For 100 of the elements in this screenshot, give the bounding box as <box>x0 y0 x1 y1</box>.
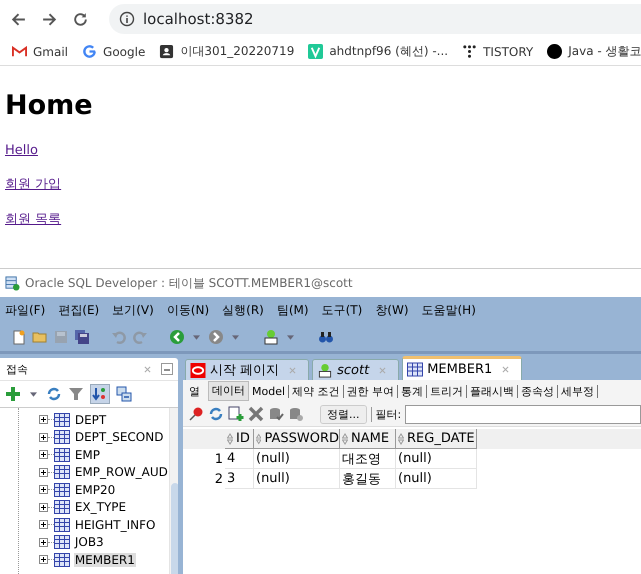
dropdown-caret-icon[interactable] <box>30 392 37 396</box>
expand-icon[interactable] <box>38 555 48 564</box>
tree-item[interactable]: EMP20 <box>74 482 116 497</box>
dropdown-caret-icon[interactable] <box>287 334 294 340</box>
subtab[interactable]: 트리거 <box>427 384 468 398</box>
oracle-logo-icon <box>190 362 206 378</box>
menu-item[interactable]: 파일(F) <box>5 302 46 318</box>
contact-card-icon[interactable] <box>159 44 174 59</box>
table-cell: 대조영 <box>340 449 396 469</box>
back-icon[interactable] <box>10 10 27 28</box>
bookmark-link[interactable]: 이대301_20220719 <box>180 43 294 60</box>
pin-icon[interactable] <box>188 406 204 422</box>
page-link[interactable]: 회원 가입 <box>5 175 62 193</box>
row-number: 1 <box>214 452 224 466</box>
subtab[interactable]: 통계 <box>398 384 428 398</box>
column-header[interactable]: NAME <box>340 429 396 449</box>
menu-item[interactable]: 보기(V) <box>112 302 154 318</box>
expand-icon[interactable] <box>38 432 48 442</box>
tree-item[interactable]: JOB3 <box>74 535 105 550</box>
sort-arrows-icon[interactable] <box>256 432 262 444</box>
rollback-icon[interactable] <box>288 406 304 422</box>
scrollbar[interactable] <box>168 408 178 574</box>
menu-item[interactable]: 편집(E) <box>58 302 100 318</box>
expand-icon[interactable] <box>38 415 48 424</box>
menu-item[interactable]: 실행(R) <box>222 302 264 318</box>
filter-label: 필터: <box>370 406 402 422</box>
refresh-icon[interactable] <box>46 386 62 402</box>
reload-icon[interactable] <box>72 10 89 28</box>
expand-icon[interactable] <box>38 538 48 547</box>
page-link[interactable]: Hello <box>5 143 38 158</box>
bookmark-link[interactable]: Gmail <box>33 44 68 58</box>
menu-item[interactable]: 이동(N) <box>166 302 210 318</box>
menu-item[interactable]: 창(W) <box>375 302 408 318</box>
bookmark-link[interactable]: Google <box>103 44 146 58</box>
subtab[interactable]: 제약 조건 <box>289 384 344 398</box>
column-header[interactable]: ID <box>225 429 254 449</box>
page-link[interactable]: 회원 목록 <box>5 210 62 228</box>
sort-arrows-icon[interactable] <box>227 432 233 444</box>
subtab[interactable]: 세부정 <box>558 384 598 398</box>
bookmark-link[interactable]: ahdtnpf96 (혜선) -... <box>329 43 448 60</box>
dropdown-caret-icon[interactable] <box>232 334 239 340</box>
page-heading: Home <box>5 90 93 121</box>
subtab[interactable]: Model <box>249 384 290 398</box>
subtab[interactable]: 데이터 <box>208 381 249 401</box>
g-logo-icon[interactable] <box>82 44 98 59</box>
sort-icon[interactable] <box>90 384 110 404</box>
subtab[interactable]: 종속성 <box>518 384 558 398</box>
sort-button[interactable]: 정렬... <box>320 404 366 424</box>
circle-logo-icon[interactable] <box>547 44 562 59</box>
subtab[interactable]: 열 <box>186 384 203 398</box>
commit-icon[interactable] <box>268 406 284 422</box>
column-header[interactable]: PASSWORD <box>254 429 340 449</box>
tree-item[interactable]: EMP <box>74 448 101 462</box>
sql-worksheet-icon[interactable] <box>263 329 279 345</box>
tree-item[interactable]: EMP_ROW_AUD <box>74 465 169 480</box>
filter-icon[interactable] <box>68 386 84 402</box>
dots-logo-icon[interactable] <box>462 44 478 59</box>
window-title: Oracle SQL Developer : 테이블 SCOTT.MEMBER1@scott <box>25 274 353 292</box>
refresh-icon[interactable] <box>208 406 224 422</box>
subtab[interactable]: 권한 부여 <box>344 384 398 398</box>
app-icon <box>5 276 20 290</box>
editor-tab[interactable]: MEMBER1 <box>402 356 522 380</box>
tree-item[interactable]: MEMBER1 <box>74 552 136 567</box>
sort-arrows-icon[interactable] <box>398 432 404 444</box>
table-icon <box>54 412 70 427</box>
binoculars-icon[interactable] <box>318 329 334 345</box>
minimize-icon[interactable] <box>161 363 173 375</box>
menu-item[interactable]: 도움말(H) <box>422 302 476 318</box>
insert-row-icon[interactable] <box>228 406 244 422</box>
tree-item[interactable]: EX_TYPE <box>74 500 128 514</box>
delete-icon[interactable] <box>248 406 264 422</box>
bookmark-link[interactable]: TISTORY <box>483 44 534 58</box>
expand-icon[interactable] <box>38 468 48 477</box>
tree-item[interactable]: DEPT_SECOND <box>74 430 164 444</box>
collapse-icon[interactable] <box>116 386 132 402</box>
table-cell: 4 <box>225 449 254 469</box>
editor-tab[interactable]: 시작 페이지 <box>185 359 310 380</box>
menu-item[interactable]: 팀(M) <box>276 302 309 318</box>
dropdown-caret-icon[interactable] <box>193 334 200 340</box>
tree-item[interactable]: HEIGHT_INFO <box>74 518 156 532</box>
expand-icon[interactable] <box>38 502 48 512</box>
sort-arrows-icon[interactable] <box>342 432 348 444</box>
save-all-icon[interactable] <box>74 329 90 345</box>
table-cell: (null) <box>396 469 477 489</box>
expand-icon[interactable] <box>38 485 48 494</box>
add-icon[interactable] <box>5 386 21 402</box>
menu-item[interactable]: 도구(T) <box>322 302 362 318</box>
tree-item[interactable]: DEPT <box>74 412 108 427</box>
filter-field[interactable] <box>405 404 641 424</box>
subtab[interactable]: 플래시백 <box>467 384 518 398</box>
forward-icon[interactable] <box>41 10 58 28</box>
expand-icon[interactable] <box>38 520 48 530</box>
bookmark-link[interactable]: Java - 생활코 <box>568 43 641 60</box>
new-file-icon[interactable] <box>11 329 27 345</box>
info-icon[interactable] <box>119 11 135 27</box>
expand-icon[interactable] <box>38 450 48 460</box>
address-bar[interactable]: localhost:8382 <box>109 4 641 34</box>
mail-icon[interactable] <box>12 44 27 59</box>
editor-tab[interactable]: scott <box>312 359 400 380</box>
column-header[interactable]: REG_DATE <box>396 429 477 449</box>
